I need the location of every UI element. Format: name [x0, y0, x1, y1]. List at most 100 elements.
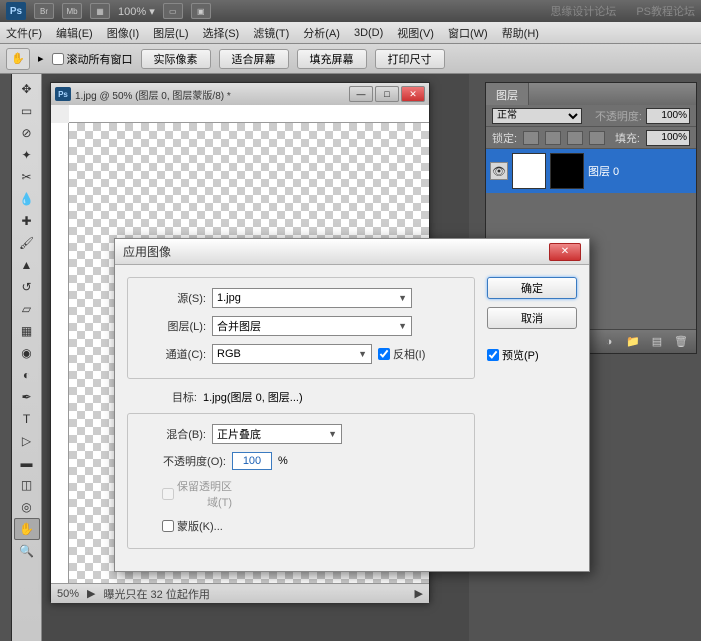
document-titlebar[interactable]: Ps 1.jpg @ 50% (图层 0, 图层蒙版/8) * — □ ✕ [51, 83, 429, 105]
ok-button[interactable]: 确定 [487, 277, 577, 299]
path-tool[interactable]: ▷ [14, 430, 40, 452]
lock-position-icon[interactable] [567, 131, 583, 145]
zoom-level[interactable]: 100% ▾ [118, 5, 155, 18]
status-zoom[interactable]: 50% [57, 588, 79, 600]
lock-label: 锁定: [492, 130, 517, 146]
new-layer-icon[interactable]: ▤ [648, 334, 666, 350]
minimize-button[interactable]: — [349, 86, 373, 102]
camera-tool[interactable]: ◎ [14, 496, 40, 518]
layer-name[interactable]: 图层 0 [588, 163, 619, 179]
app-titlebar: Ps Br Mb ▦ 100% ▾ ▭ ▣ 思缘设计论坛 PS教程论坛 [0, 0, 701, 22]
cancel-button[interactable]: 取消 [487, 307, 577, 329]
channel-select[interactable]: RGB▼ [212, 344, 372, 364]
blend-label: 混合(B): [136, 426, 206, 442]
options-bar: ✋ ▸ 滚动所有窗口 实际像素 适合屏幕 填充屏幕 打印尺寸 [0, 44, 701, 74]
maximize-button[interactable]: □ [375, 86, 399, 102]
view-extras-icon[interactable]: ▦ [90, 3, 110, 19]
doc-ps-icon: Ps [55, 87, 71, 101]
menu-3d[interactable]: 3D(D) [354, 27, 383, 39]
preserve-transparency-checkbox[interactable]: 保留透明区域(T) [162, 478, 232, 510]
gradient-tool[interactable]: ▦ [14, 320, 40, 342]
preserve-input [162, 488, 174, 500]
invert-input[interactable] [378, 348, 390, 360]
ruler-vertical [51, 123, 69, 583]
stamp-tool[interactable]: ▲ [14, 254, 40, 276]
opacity-input[interactable] [646, 108, 690, 124]
scroll-all-input[interactable] [52, 53, 64, 65]
menu-file[interactable]: 文件(F) [6, 25, 42, 41]
invert-checkbox[interactable]: 反相(I) [378, 346, 448, 362]
dodge-tool[interactable]: ◐ [14, 364, 40, 386]
brush-tool[interactable]: 🖌 [14, 232, 40, 254]
preview-input[interactable] [487, 349, 499, 361]
blend-mode-select[interactable]: 正常 [492, 108, 582, 124]
bridge-icon[interactable]: Br [34, 3, 54, 19]
3d-tool[interactable]: ◫ [14, 474, 40, 496]
blur-tool[interactable]: ◉ [14, 342, 40, 364]
menu-analysis[interactable]: 分析(A) [303, 25, 340, 41]
source-value: 1.jpg [217, 292, 241, 304]
screen-mode-icon[interactable]: ▣ [191, 3, 211, 19]
fill-label: 填充: [615, 130, 640, 146]
lock-transparency-icon[interactable] [523, 131, 539, 145]
opacity-label: 不透明度(O): [136, 453, 226, 469]
dialog-titlebar[interactable]: 应用图像 ✕ [115, 239, 589, 265]
layer-select[interactable]: 合并图层▼ [212, 316, 412, 336]
dialog-close-button[interactable]: ✕ [549, 243, 581, 261]
blend-select[interactable]: 正片叠底▼ [212, 424, 342, 444]
zoom-tool[interactable]: 🔍 [14, 540, 40, 562]
fill-screen-button[interactable]: 填充屏幕 [297, 49, 367, 69]
hand-tool[interactable]: ✋ [14, 518, 40, 540]
menu-layer[interactable]: 图层(L) [153, 25, 188, 41]
type-tool[interactable]: T [14, 408, 40, 430]
minibridge-icon[interactable]: Mb [62, 3, 82, 19]
fill-input[interactable] [646, 130, 690, 146]
lasso-tool[interactable]: ⊘ [14, 122, 40, 144]
wand-tool[interactable]: ✦ [14, 144, 40, 166]
scroll-all-checkbox[interactable]: 滚动所有窗口 [52, 51, 133, 67]
lock-pixels-icon[interactable] [545, 131, 561, 145]
crop-tool[interactable]: ✂ [14, 166, 40, 188]
eraser-tool[interactable]: ▱ [14, 298, 40, 320]
menu-window[interactable]: 窗口(W) [448, 25, 488, 41]
menu-view[interactable]: 视图(V) [397, 25, 434, 41]
tab-layers[interactable]: 图层 [486, 83, 529, 105]
mask-input[interactable] [162, 520, 174, 532]
history-brush-tool[interactable]: ↺ [14, 276, 40, 298]
mask-checkbox[interactable]: 蒙版(K)... [162, 518, 232, 534]
close-button[interactable]: ✕ [401, 86, 425, 102]
folder-icon[interactable]: 📁 [624, 334, 642, 350]
menu-select[interactable]: 选择(S) [203, 25, 240, 41]
print-size-button[interactable]: 打印尺寸 [375, 49, 445, 69]
pen-tool[interactable]: ✒ [14, 386, 40, 408]
mask-thumbnail[interactable] [550, 153, 584, 189]
source-select[interactable]: 1.jpg ▼ [212, 288, 412, 308]
menu-filter[interactable]: 滤镜(T) [253, 25, 289, 41]
menu-help[interactable]: 帮助(H) [502, 25, 539, 41]
toolbox: ✥ ▭ ⊘ ✦ ✂ 💧 ✚ 🖌 ▲ ↺ ▱ ▦ ◉ ◐ ✒ T ▷ ▬ ◫ ◎ … [12, 74, 42, 641]
chevron-right-icon[interactable]: ▶ [87, 587, 95, 600]
preview-checkbox[interactable]: 预览(P) [487, 347, 577, 363]
actual-pixels-button[interactable]: 实际像素 [141, 49, 211, 69]
layer-item[interactable]: 👁 图层 0 [486, 149, 696, 193]
brand-text-2: PS教程论坛 [636, 3, 695, 19]
hand-tool-icon[interactable]: ✋ [6, 48, 30, 70]
trash-icon[interactable]: 🗑 [672, 334, 690, 350]
menu-image[interactable]: 图像(I) [107, 25, 139, 41]
layer-thumbnail[interactable] [512, 153, 546, 189]
ruler-horizontal [69, 105, 429, 123]
menu-edit[interactable]: 编辑(E) [56, 25, 93, 41]
fit-screen-button[interactable]: 适合屏幕 [219, 49, 289, 69]
eyedropper-tool[interactable]: 💧 [14, 188, 40, 210]
lock-all-icon[interactable] [589, 131, 605, 145]
marquee-tool[interactable]: ▭ [14, 100, 40, 122]
move-tool[interactable]: ✥ [14, 78, 40, 100]
chevron-down-icon: ▼ [398, 293, 407, 303]
adjustment-icon[interactable]: ◑ [600, 334, 618, 350]
healing-tool[interactable]: ✚ [14, 210, 40, 232]
chevron-right-icon[interactable]: ▶ [415, 587, 423, 600]
shape-tool[interactable]: ▬ [14, 452, 40, 474]
arrange-icon[interactable]: ▭ [163, 3, 183, 19]
visibility-eye-icon[interactable]: 👁 [490, 162, 508, 180]
opacity-input[interactable] [232, 452, 272, 470]
